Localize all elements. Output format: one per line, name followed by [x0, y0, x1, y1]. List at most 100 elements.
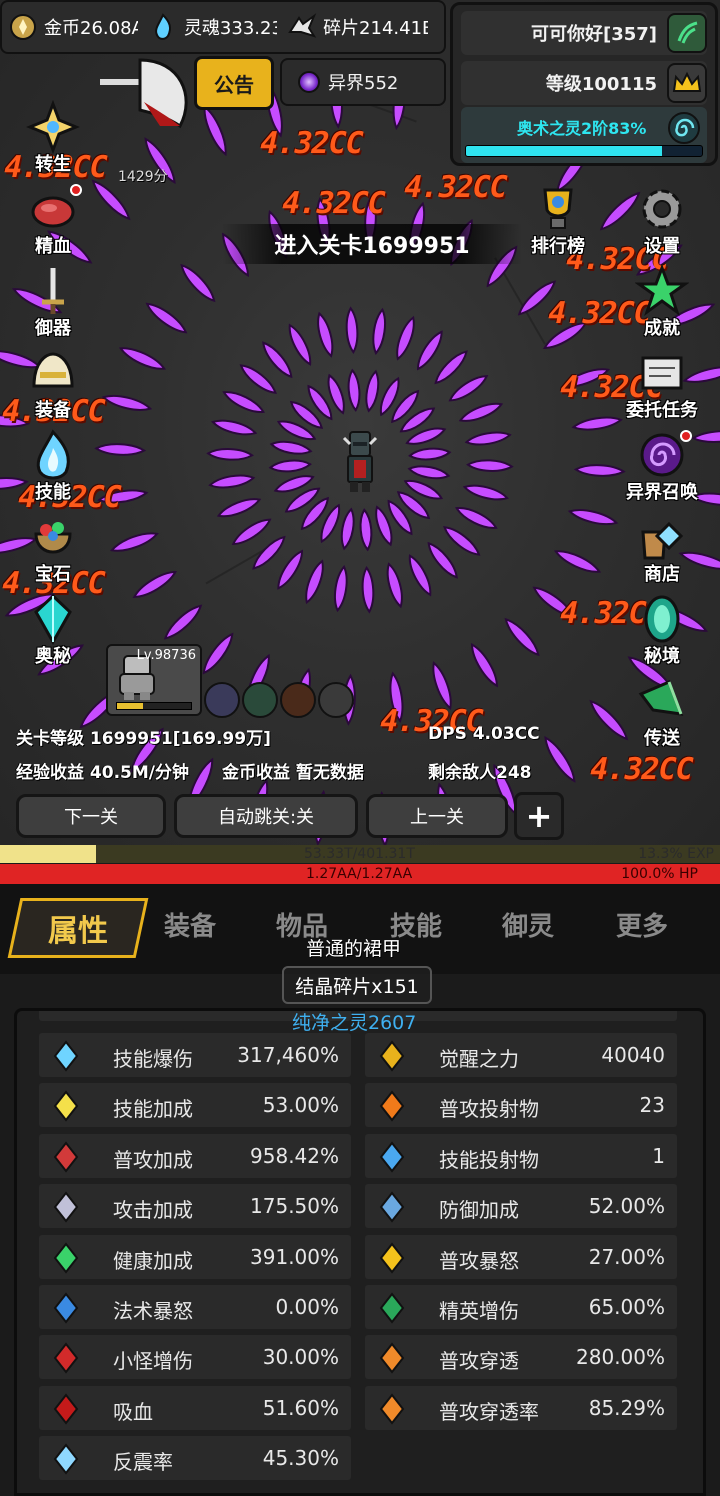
tab-spirits[interactable]: 御灵 — [502, 906, 554, 943]
menu-skills[interactable]: 技能 — [14, 428, 92, 510]
crown-icon — [667, 63, 707, 103]
soul-amount: 灵魂333.23 — [183, 18, 278, 39]
soul-resource[interactable]: 灵魂333.23 — [148, 12, 277, 42]
purple-blade — [288, 323, 312, 366]
stat-row[interactable]: 普攻穿透率 85.29% — [365, 1385, 677, 1430]
ground-crack — [494, 257, 546, 345]
stat-value: 40040 — [601, 1043, 665, 1067]
prev-stage-button[interactable]: 上一关 — [366, 794, 508, 838]
attributes-panel[interactable]: 技能爆伤 317,460% 技能加成 53.00% 普攻加成 958.42% 攻击加成 175… — [14, 1008, 706, 1496]
menu-gems[interactable]: 宝石 — [14, 510, 92, 592]
stat-value: 280.00% — [576, 1345, 665, 1370]
purple-blade — [517, 280, 557, 316]
skill-slot-icon[interactable] — [318, 682, 354, 718]
menu-achievements[interactable]: 成就 — [622, 264, 702, 346]
gold-amount: 金币26.08A — [44, 18, 138, 39]
stat-row[interactable]: 普攻投射物 23 — [365, 1083, 677, 1128]
purple-blade — [289, 400, 324, 429]
stat-row[interactable]: 技能投射物 1 — [365, 1133, 677, 1178]
stat-row[interactable]: 防御加成 52.00% — [365, 1184, 677, 1229]
stat-value: 85.29% — [588, 1395, 665, 1420]
stat-name: 技能投射物 — [439, 1147, 539, 1172]
purple-blade — [432, 661, 452, 710]
stat-name: 觉醒之力 — [439, 1047, 519, 1071]
gold-resource[interactable]: 金币26.08A — [8, 12, 138, 42]
purple-blade — [94, 443, 147, 456]
arcane-spirit-label: 奥术之灵2阶83% — [517, 119, 647, 138]
stat-row[interactable]: 反震率 45.30% — [39, 1436, 351, 1481]
menu-shop[interactable]: 商店 — [622, 510, 702, 592]
monster-level: Lv.98736 — [136, 648, 196, 663]
purple-blade — [372, 307, 386, 356]
menu-quests[interactable]: 委托任务 — [622, 346, 702, 428]
purple-blade — [231, 518, 272, 545]
stat-name: 普攻加成 — [113, 1147, 193, 1172]
purple-blade — [464, 431, 512, 446]
purple-blade — [268, 459, 312, 473]
tab-more[interactable]: 更多 — [616, 906, 668, 943]
menu-leaderboard[interactable]: 排行榜 — [518, 182, 598, 264]
auto-skip-toggle[interactable]: 自动跳关:关 — [174, 794, 358, 838]
stat-row[interactable]: 法术暴怒 0.00% — [39, 1285, 351, 1329]
expand-plus-button[interactable]: + — [514, 792, 564, 840]
menu-summon[interactable]: 异界召唤 — [622, 428, 702, 510]
purple-blade — [216, 498, 262, 518]
stat-row[interactable]: 普攻暴怒 27.00% — [365, 1234, 677, 1279]
menu-teleport[interactable]: 传送 — [622, 674, 702, 756]
shard-resource[interactable]: 碎片214.41B — [287, 12, 428, 42]
horn-icon — [638, 680, 684, 716]
player-avatar[interactable] — [667, 13, 707, 53]
skill-slot-icon[interactable] — [242, 682, 278, 718]
next-stage-button[interactable]: 下一关 — [16, 794, 166, 838]
menu-settings[interactable]: 设置 — [622, 182, 702, 264]
stat-name: 健康加成 — [113, 1248, 193, 1273]
stat-name: 吸血 — [113, 1399, 153, 1424]
menu-mystery[interactable]: 奥秘 — [14, 592, 92, 674]
stat-value: 52.00% — [588, 1194, 665, 1219]
purple-blade — [163, 604, 203, 640]
otherworld-counter[interactable]: 异界552 — [280, 58, 446, 106]
axe-icon — [100, 58, 188, 129]
scroll-icon — [641, 356, 683, 390]
timer-text: 1429分 — [118, 169, 168, 185]
tab-attributes[interactable]: 属性 — [7, 898, 149, 958]
left-menu: 转生 精血 御器 装备 技能 宝石 奥秘 — [14, 100, 92, 674]
arcane-spirit-progress[interactable]: 奥术之灵2阶83% — [461, 107, 707, 163]
purple-blade — [408, 447, 452, 461]
notice-button[interactable]: 公告 — [194, 56, 274, 110]
stat-row[interactable]: 普攻穿透 280.00% — [365, 1335, 677, 1380]
menu-equipment[interactable]: 装备 — [14, 346, 92, 428]
frost-burst-icon — [49, 1442, 83, 1476]
otherworld-orb-icon — [298, 71, 320, 93]
monster-card[interactable]: Lv.98736 — [106, 644, 202, 716]
profile-panel[interactable]: 可可你好[357] 等级100115 奥术之灵2阶83% — [450, 2, 718, 166]
purple-blade — [391, 389, 420, 424]
crystal-icon — [34, 593, 72, 646]
menu-artifact[interactable]: 御器 — [14, 264, 92, 346]
purple-blade — [504, 617, 540, 657]
stat-row[interactable]: 小怪增伤 30.00% — [39, 1335, 351, 1380]
stat-row[interactable]: 吸血 51.60% — [39, 1385, 351, 1430]
purple-blade — [239, 364, 277, 394]
skill-slot-icon[interactable] — [280, 682, 316, 718]
stat-value: 317,460% — [237, 1043, 339, 1067]
purple-blade — [145, 302, 188, 334]
stat-row[interactable]: 技能加成 53.00% — [39, 1083, 351, 1128]
stat-row[interactable]: 觉醒之力 40040 — [365, 1033, 677, 1077]
purple-blade — [345, 306, 359, 355]
stat-row[interactable]: 普攻加成 958.42% — [39, 1133, 351, 1178]
menu-secret-realm[interactable]: 秘境 — [622, 592, 702, 674]
purple-blade — [222, 391, 266, 413]
stat-row[interactable]: 健康加成 391.00% — [39, 1234, 351, 1279]
skill-slot-icon[interactable] — [204, 682, 240, 718]
stat-value: 27.00% — [588, 1244, 665, 1269]
arcane-progress-fill — [466, 146, 662, 156]
stat-row[interactable]: 攻击加成 175.50% — [39, 1184, 351, 1229]
purple-blade — [399, 407, 436, 433]
menu-rebirth[interactable]: 转生 — [14, 100, 92, 182]
stat-row[interactable]: 技能爆伤 317,460% — [39, 1033, 351, 1077]
stat-row[interactable]: 精英增伤 65.00% — [365, 1285, 677, 1329]
purple-blade — [359, 508, 373, 552]
menu-blood[interactable]: 精血 — [14, 182, 92, 264]
tab-equipment[interactable]: 装备 — [164, 906, 216, 943]
